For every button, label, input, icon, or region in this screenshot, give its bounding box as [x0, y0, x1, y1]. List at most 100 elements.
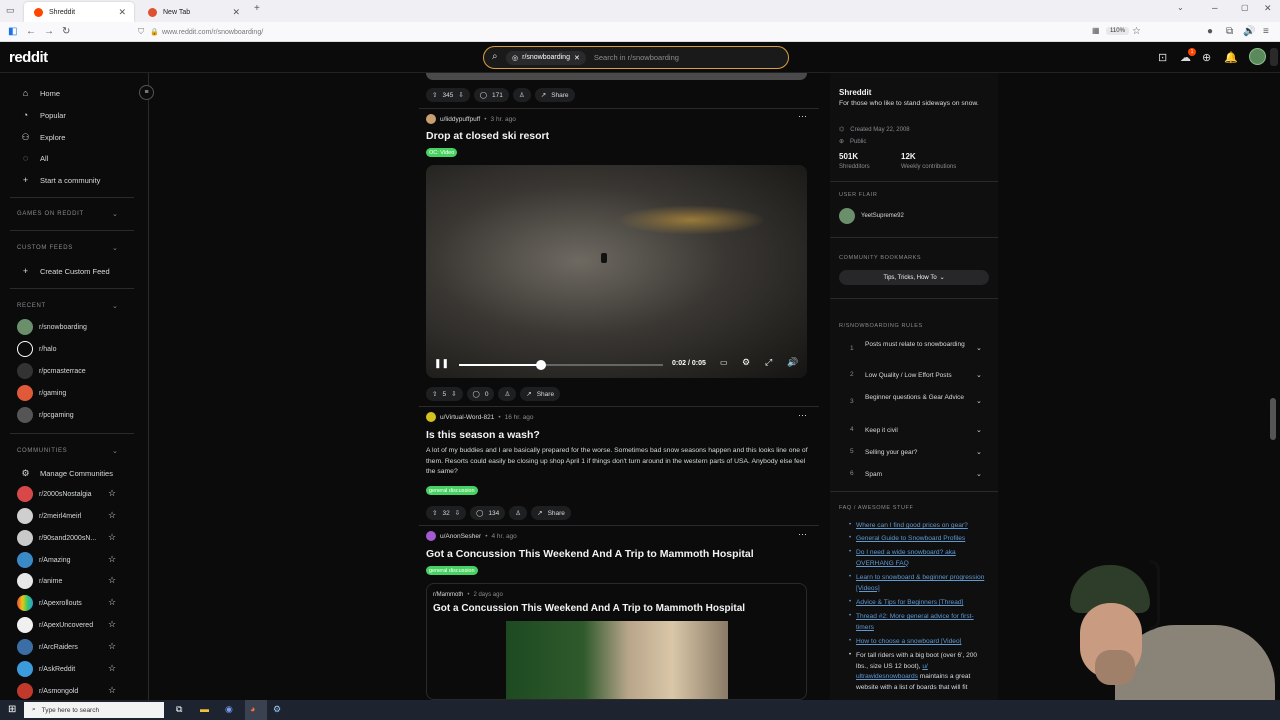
forward-icon[interactable]: → — [44, 26, 54, 37]
favorite-star-icon[interactable]: ☆ — [108, 641, 116, 652]
sidebar-item-home[interactable]: ⌂ Home — [20, 88, 60, 98]
community-item[interactable]: r/AskReddit — [17, 661, 75, 677]
menu-icon[interactable]: ≡ — [1263, 26, 1269, 37]
community-item[interactable]: r/2000sNostalgia — [17, 486, 92, 502]
downvote-icon[interactable]: ⇩ — [458, 91, 463, 99]
chip-close-icon[interactable]: ✕ — [574, 54, 580, 62]
rule-item[interactable]: 3 Beginner questions & Gear Advice ⌄ — [839, 393, 989, 415]
user-avatar[interactable] — [1249, 48, 1266, 65]
speaker-icon[interactable]: 🔊 — [1243, 26, 1255, 37]
search-bar[interactable]: ⌕ ◎ r/snowboarding ✕ Search in r/snowboa… — [483, 46, 789, 69]
collapse-sidebar-icon[interactable]: ≡ — [139, 85, 154, 100]
file-explorer-icon[interactable]: ▬ — [200, 704, 209, 714]
award-button[interactable]: ♙ — [512, 88, 531, 102]
more-options-icon[interactable]: ⋯ — [798, 410, 807, 421]
close-window-icon[interactable]: ✕ — [1264, 3, 1272, 14]
close-tab-icon[interactable]: ✕ — [118, 7, 126, 18]
favorite-star-icon[interactable]: ☆ — [108, 619, 116, 630]
sidebar-icon[interactable]: ◧ — [8, 26, 17, 37]
crosspost-card[interactable]: r/Mammoth • 2 days ago Got a Concussion … — [426, 583, 807, 700]
app-icon[interactable]: ◉ — [225, 704, 233, 715]
bookmark-star-icon[interactable]: ☆ — [1132, 26, 1141, 37]
favorite-star-icon[interactable]: ☆ — [108, 532, 116, 543]
favorite-star-icon[interactable]: ☆ — [108, 488, 116, 499]
community-item[interactable]: r/anime — [17, 573, 62, 589]
back-icon[interactable]: ← — [26, 26, 36, 37]
video-player[interactable]: ❚❚ 0:02 / 0:05 ▭ ⚙ ⤢ 🔊 — [426, 165, 807, 378]
favorite-star-icon[interactable]: ☆ — [108, 510, 116, 521]
video-seekbar[interactable] — [459, 360, 663, 370]
steam-icon[interactable]: ⚙ — [273, 704, 281, 715]
url-bar[interactable]: ⛉ 🔒 www.reddit.com/r/snowboarding/ — [134, 25, 1144, 39]
post-flair[interactable]: general discussion — [426, 486, 478, 495]
tab-new-tab[interactable]: New Tab ✕ — [138, 2, 248, 22]
sidebar-item-popular[interactable]: ◔ Popular — [20, 110, 66, 120]
extension-icon[interactable]: ▦ — [1092, 26, 1100, 35]
manage-communities[interactable]: ⚙ Manage Communities — [20, 468, 113, 479]
recent-item[interactable]: r/pcmasterrace — [17, 363, 86, 379]
recent-item[interactable]: r/pcgaming — [17, 407, 74, 423]
post-flair[interactable]: OC: Video — [426, 148, 458, 157]
advertise-icon[interactable]: ⊡ — [1158, 51, 1167, 64]
favorite-star-icon[interactable]: ☆ — [108, 575, 116, 586]
post-flair[interactable]: general discussion — [426, 566, 478, 575]
favorite-star-icon[interactable]: ☆ — [108, 597, 116, 608]
chevron-down-icon[interactable]: ⌄ — [112, 244, 118, 252]
create-post-icon[interactable]: ⊕ — [1202, 51, 1211, 64]
recent-heading[interactable]: RECENT — [17, 303, 46, 309]
community-item[interactable]: r/Asmongold — [17, 683, 78, 699]
account-icon[interactable]: ● — [1207, 26, 1213, 37]
search-community-chip[interactable]: ◎ r/snowboarding ✕ — [506, 50, 586, 65]
firefox-taskbar-item[interactable]: ◕ — [245, 700, 267, 720]
recent-item[interactable]: r/gaming — [17, 385, 66, 401]
faq-link[interactable]: General Guide to Snowboard Profiles — [856, 534, 991, 545]
community-item[interactable]: r/2meirl4meirl — [17, 508, 81, 524]
sidebar-item-all[interactable]: ◌ All — [20, 153, 49, 163]
community-item[interactable]: r/Apexrollouts — [17, 595, 82, 611]
crosspost-image[interactable] — [506, 621, 728, 699]
settings-icon[interactable]: ⚙ — [742, 357, 750, 368]
share-button[interactable]: ↗ Share — [534, 88, 575, 102]
chevron-down-icon[interactable]: ⌄ — [112, 302, 118, 310]
post-author[interactable]: u/liddypuffpuff • 3 hr. ago — [426, 114, 516, 124]
faq-link[interactable]: Where can I find good prices on gear? — [856, 521, 991, 532]
upvote-icon[interactable]: ⇧ — [432, 390, 437, 398]
create-custom-feed[interactable]: + Create Custom Feed — [20, 266, 110, 276]
faq-link[interactable]: Thread #2: More general advice for first… — [856, 612, 991, 633]
upvote-icon[interactable]: ⇧ — [432, 91, 437, 99]
minimize-icon[interactable]: – — [1212, 3, 1218, 14]
crosspost-title[interactable]: Got a Concussion This Weekend And A Trip… — [433, 603, 745, 614]
sidebar-item-explore[interactable]: ⚇ Explore — [20, 132, 65, 143]
new-tab-icon[interactable]: + — [254, 3, 260, 14]
upvote-icon[interactable]: ⇧ — [432, 509, 437, 517]
rule-item[interactable]: 1 Posts must relate to snowboarding ⌄ — [839, 340, 989, 362]
chevron-down-icon[interactable]: ⌄ — [112, 447, 118, 455]
reddit-logo[interactable]: reddit — [9, 49, 48, 66]
page-scrollbar[interactable] — [1270, 398, 1276, 440]
recent-item[interactable]: r/halo — [17, 341, 57, 357]
seekbar-handle[interactable] — [535, 360, 546, 370]
favorite-star-icon[interactable]: ☆ — [108, 685, 116, 696]
downvote-icon[interactable]: ⇩ — [451, 390, 456, 398]
faq-link[interactable]: Advice & Tips for Beginners [Thread] — [856, 598, 991, 609]
fullscreen-icon[interactable]: ⤢ — [765, 357, 772, 368]
tab-shreddit[interactable]: Shreddit ✕ — [24, 2, 134, 22]
post-title[interactable]: Got a Concussion This Weekend And A Trip… — [426, 548, 754, 560]
community-item[interactable]: r/ArcRaiders — [17, 639, 78, 655]
community-item[interactable]: r/90sand2000sN... — [17, 530, 96, 546]
crosspost-subreddit[interactable]: r/Mammoth — [433, 592, 463, 598]
games-heading[interactable]: GAMES ON REDDIT — [17, 211, 84, 217]
comments-button[interactable]: ◯ 0 — [466, 387, 495, 401]
previous-post-media[interactable] — [426, 73, 807, 80]
chevron-down-icon[interactable]: ⌄ — [112, 210, 118, 218]
recent-item[interactable]: r/snowboarding — [17, 319, 87, 335]
post-title[interactable]: Drop at closed ski resort — [426, 130, 549, 142]
faq-link[interactable]: Learn to snowboard & beginner progressio… — [856, 573, 991, 594]
captions-icon[interactable]: ▭ — [720, 358, 728, 367]
faq-link[interactable]: Do I need a wide snowboard? aka OVERHANG… — [856, 548, 991, 569]
user-flair[interactable]: YeetSupreme92 — [839, 208, 904, 224]
community-item[interactable]: r/Amazing — [17, 552, 71, 568]
post-author[interactable]: u/Virtual-Word-821 • 16 hr. ago — [426, 412, 534, 422]
comments-button[interactable]: ◯ 171 — [473, 88, 509, 102]
award-button[interactable]: ♙ — [509, 506, 528, 520]
